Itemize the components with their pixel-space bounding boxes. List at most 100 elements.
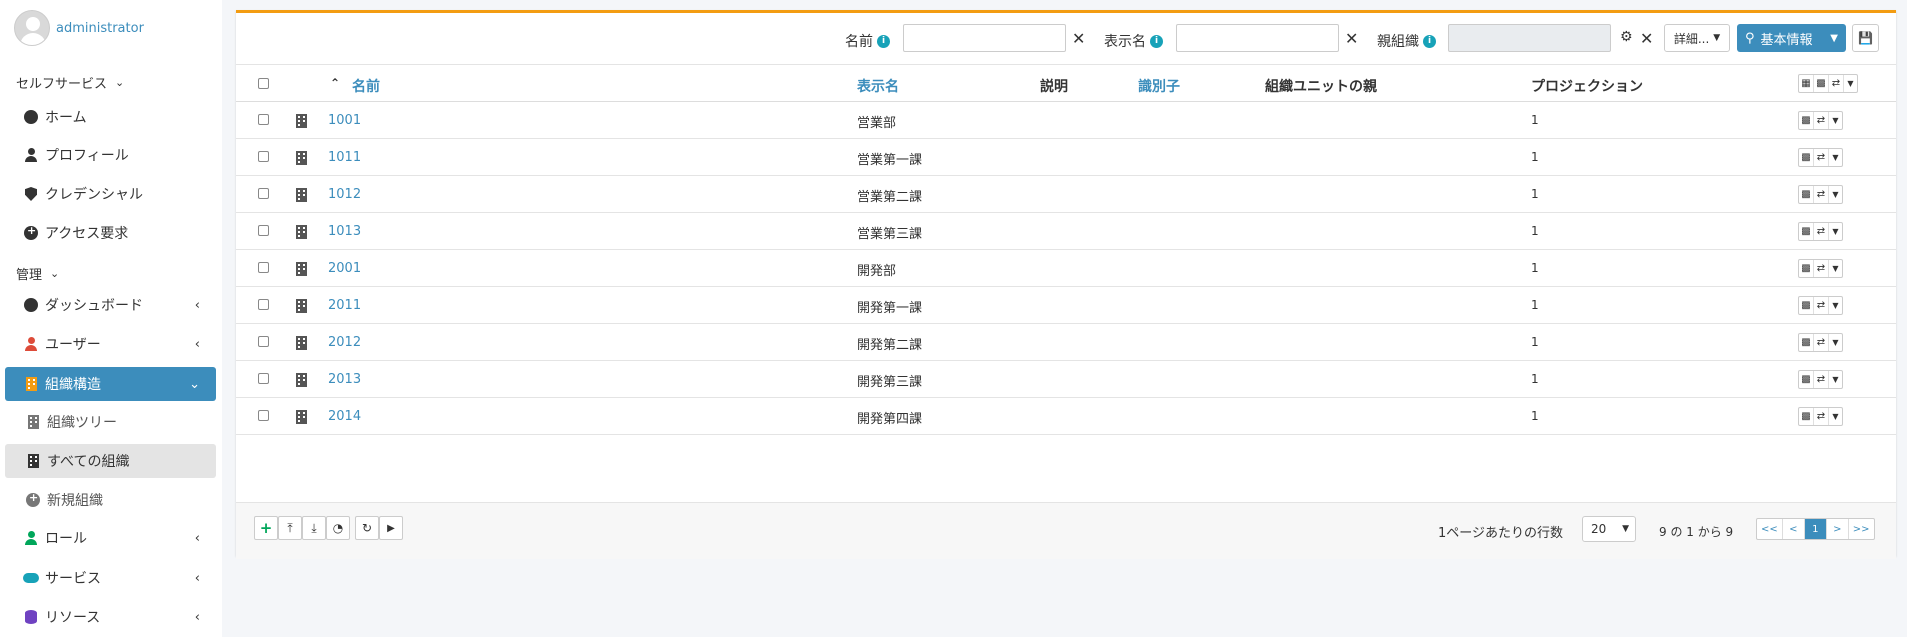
row-checkbox[interactable] <box>258 114 269 125</box>
page-first[interactable]: << <box>1757 519 1783 539</box>
swap-icon[interactable]: ⇄ <box>1814 223 1829 240</box>
table-row[interactable]: 2013 開発第三課 1 ▩ ⇄ ▼ <box>236 361 1896 398</box>
sidebar-item-org-structure[interactable]: 組織構造 ⌄ <box>5 367 216 401</box>
table-row[interactable]: 2014 開発第四課 1 ▩ ⇄ ▼ <box>236 398 1896 435</box>
row-name-link[interactable]: 2001 <box>328 261 361 276</box>
swap-icon[interactable]: ⇄ <box>1814 408 1829 425</box>
table-row[interactable]: 1013 営業第三課 1 ▩ ⇄ ▼ <box>236 213 1896 250</box>
sidebar-item-roles[interactable]: ロール ‹ <box>5 521 216 555</box>
row-actions[interactable]: ▩ ⇄ ▼ <box>1798 222 1843 241</box>
page-prev[interactable]: < <box>1783 519 1805 539</box>
clear-parent-icon[interactable]: ✕ <box>1640 29 1653 48</box>
sidebar-item-access-request[interactable]: アクセス要求 <box>5 216 216 250</box>
recompute-icon[interactable]: ▩ <box>1799 186 1814 203</box>
select-all-checkbox[interactable] <box>258 78 269 89</box>
recompute-icon[interactable]: ▩ <box>1799 149 1814 166</box>
detail-dropdown[interactable]: 詳細... ▼ <box>1664 24 1730 52</box>
sidebar-item-credentials[interactable]: クレデンシャル <box>5 177 216 211</box>
filter-parent-input[interactable] <box>1448 24 1611 52</box>
basic-search-button[interactable]: ⚲ 基本情報 ▼ <box>1737 24 1846 52</box>
row-checkbox[interactable] <box>258 151 269 162</box>
caret-down-icon[interactable]: ▼ <box>1829 186 1842 203</box>
page-current[interactable]: 1 <box>1804 519 1827 539</box>
add-icon[interactable]: + <box>254 516 278 540</box>
caret-down-icon[interactable]: ▼ <box>1829 223 1842 240</box>
user-panel[interactable]: administrator <box>14 10 144 46</box>
row-checkbox[interactable] <box>258 262 269 273</box>
row-name-link[interactable]: 2012 <box>328 335 361 350</box>
clear-display-icon[interactable]: ✕ <box>1345 29 1358 48</box>
swap-icon[interactable]: ⇄ <box>1814 186 1829 203</box>
swap-icon[interactable]: ⇄ <box>1814 112 1829 129</box>
swap-icon[interactable]: ⇄ <box>1814 371 1829 388</box>
row-actions[interactable]: ▩ ⇄ ▼ <box>1798 148 1843 167</box>
caret-down-icon[interactable]: ▼ <box>1830 33 1838 44</box>
swap-icon[interactable]: ⇄ <box>1814 260 1829 277</box>
info-icon[interactable]: i <box>1423 34 1436 48</box>
caret-down-icon[interactable]: ▼ <box>1829 334 1842 351</box>
row-name-link[interactable]: 2014 <box>328 409 361 424</box>
sidebar-item-users[interactable]: ユーザー ‹ <box>5 327 216 361</box>
caret-down-icon[interactable]: ▼ <box>1844 75 1857 92</box>
row-actions[interactable]: ▩ ⇄ ▼ <box>1798 407 1843 426</box>
swap-icon[interactable]: ⇄ <box>1814 334 1829 351</box>
row-checkbox[interactable] <box>258 299 269 310</box>
swap-icon[interactable]: ⇄ <box>1814 297 1829 314</box>
row-checkbox[interactable] <box>258 373 269 384</box>
swap-icon[interactable]: ⇄ <box>1814 149 1829 166</box>
recompute-icon[interactable]: ▩ <box>1799 371 1814 388</box>
row-checkbox[interactable] <box>258 188 269 199</box>
report-icon[interactable]: ◔ <box>326 516 350 540</box>
row-checkbox[interactable] <box>258 410 269 421</box>
sidebar-item-all-orgs[interactable]: すべての組織 <box>5 444 216 478</box>
filter-name-input[interactable] <box>903 24 1066 52</box>
recompute-icon[interactable]: ▩ <box>1799 408 1814 425</box>
table-row[interactable]: 1011 営業第一課 1 ▩ ⇄ ▼ <box>236 139 1896 176</box>
row-checkbox[interactable] <box>258 336 269 347</box>
row-actions[interactable]: ▩ ⇄ ▼ <box>1798 259 1843 278</box>
sort-asc-icon[interactable]: ⌃ <box>330 76 340 90</box>
row-name-link[interactable]: 1001 <box>328 113 361 128</box>
row-actions[interactable]: ▩ ⇄ ▼ <box>1798 185 1843 204</box>
row-actions[interactable]: ▩ ⇄ ▼ <box>1798 111 1843 130</box>
column-display-name[interactable]: 表示名 <box>857 76 899 96</box>
recompute-icon[interactable]: ▩ <box>1799 334 1814 351</box>
sidebar-item-new-org[interactable]: 新規組織 <box>5 483 216 517</box>
sidebar-item-dashboard[interactable]: ダッシュボード ‹ <box>5 288 216 322</box>
user-name[interactable]: administrator <box>56 21 144 36</box>
sidebar-item-services[interactable]: サービス ‹ <box>5 561 216 595</box>
download-icon[interactable]: ⤓ <box>302 516 326 540</box>
caret-down-icon[interactable]: ▼ <box>1829 149 1842 166</box>
table-row[interactable]: 2001 開発部 1 ▩ ⇄ ▼ <box>236 250 1896 287</box>
recompute-icon[interactable]: ▩ <box>1799 297 1814 314</box>
header-actions[interactable]: ▦ ▩ ⇄ ▼ <box>1798 74 1858 93</box>
table-row[interactable]: 2012 開発第二課 1 ▩ ⇄ ▼ <box>236 324 1896 361</box>
column-name[interactable]: 名前 <box>352 76 380 96</box>
column-identifier[interactable]: 識別子 <box>1138 76 1180 96</box>
row-name-link[interactable]: 1012 <box>328 187 361 202</box>
nav-header-admin[interactable]: 管理 ⌄ <box>16 264 59 283</box>
building-icon[interactable]: ▦ <box>1799 75 1814 92</box>
caret-down-icon[interactable]: ▼ <box>1829 112 1842 129</box>
recompute-icon[interactable]: ▩ <box>1799 260 1814 277</box>
row-actions[interactable]: ▩ ⇄ ▼ <box>1798 333 1843 352</box>
row-name-link[interactable]: 2013 <box>328 372 361 387</box>
filter-display-input[interactable] <box>1176 24 1339 52</box>
page-next[interactable]: > <box>1827 519 1849 539</box>
caret-down-icon[interactable]: ▼ <box>1829 297 1842 314</box>
table-row[interactable]: 2011 開発第一課 1 ▩ ⇄ ▼ <box>236 287 1896 324</box>
nav-header-self-service[interactable]: セルフサービス ⌄ <box>16 73 124 92</box>
swap-icon[interactable]: ⇄ <box>1829 75 1844 92</box>
row-checkbox[interactable] <box>258 225 269 236</box>
info-icon[interactable]: i <box>877 34 890 48</box>
caret-down-icon[interactable]: ▼ <box>1829 260 1842 277</box>
caret-down-icon[interactable]: ▼ <box>1829 408 1842 425</box>
info-icon[interactable]: i <box>1150 34 1163 48</box>
row-name-link[interactable]: 1011 <box>328 150 361 165</box>
page-last[interactable]: >> <box>1849 519 1874 539</box>
row-name-link[interactable]: 1013 <box>328 224 361 239</box>
sidebar-item-org-tree[interactable]: 組織ツリー <box>5 405 216 439</box>
clear-name-icon[interactable]: ✕ <box>1072 29 1085 48</box>
table-row[interactable]: 1001 営業部 1 ▩ ⇄ ▼ <box>236 102 1896 139</box>
row-name-link[interactable]: 2011 <box>328 298 361 313</box>
